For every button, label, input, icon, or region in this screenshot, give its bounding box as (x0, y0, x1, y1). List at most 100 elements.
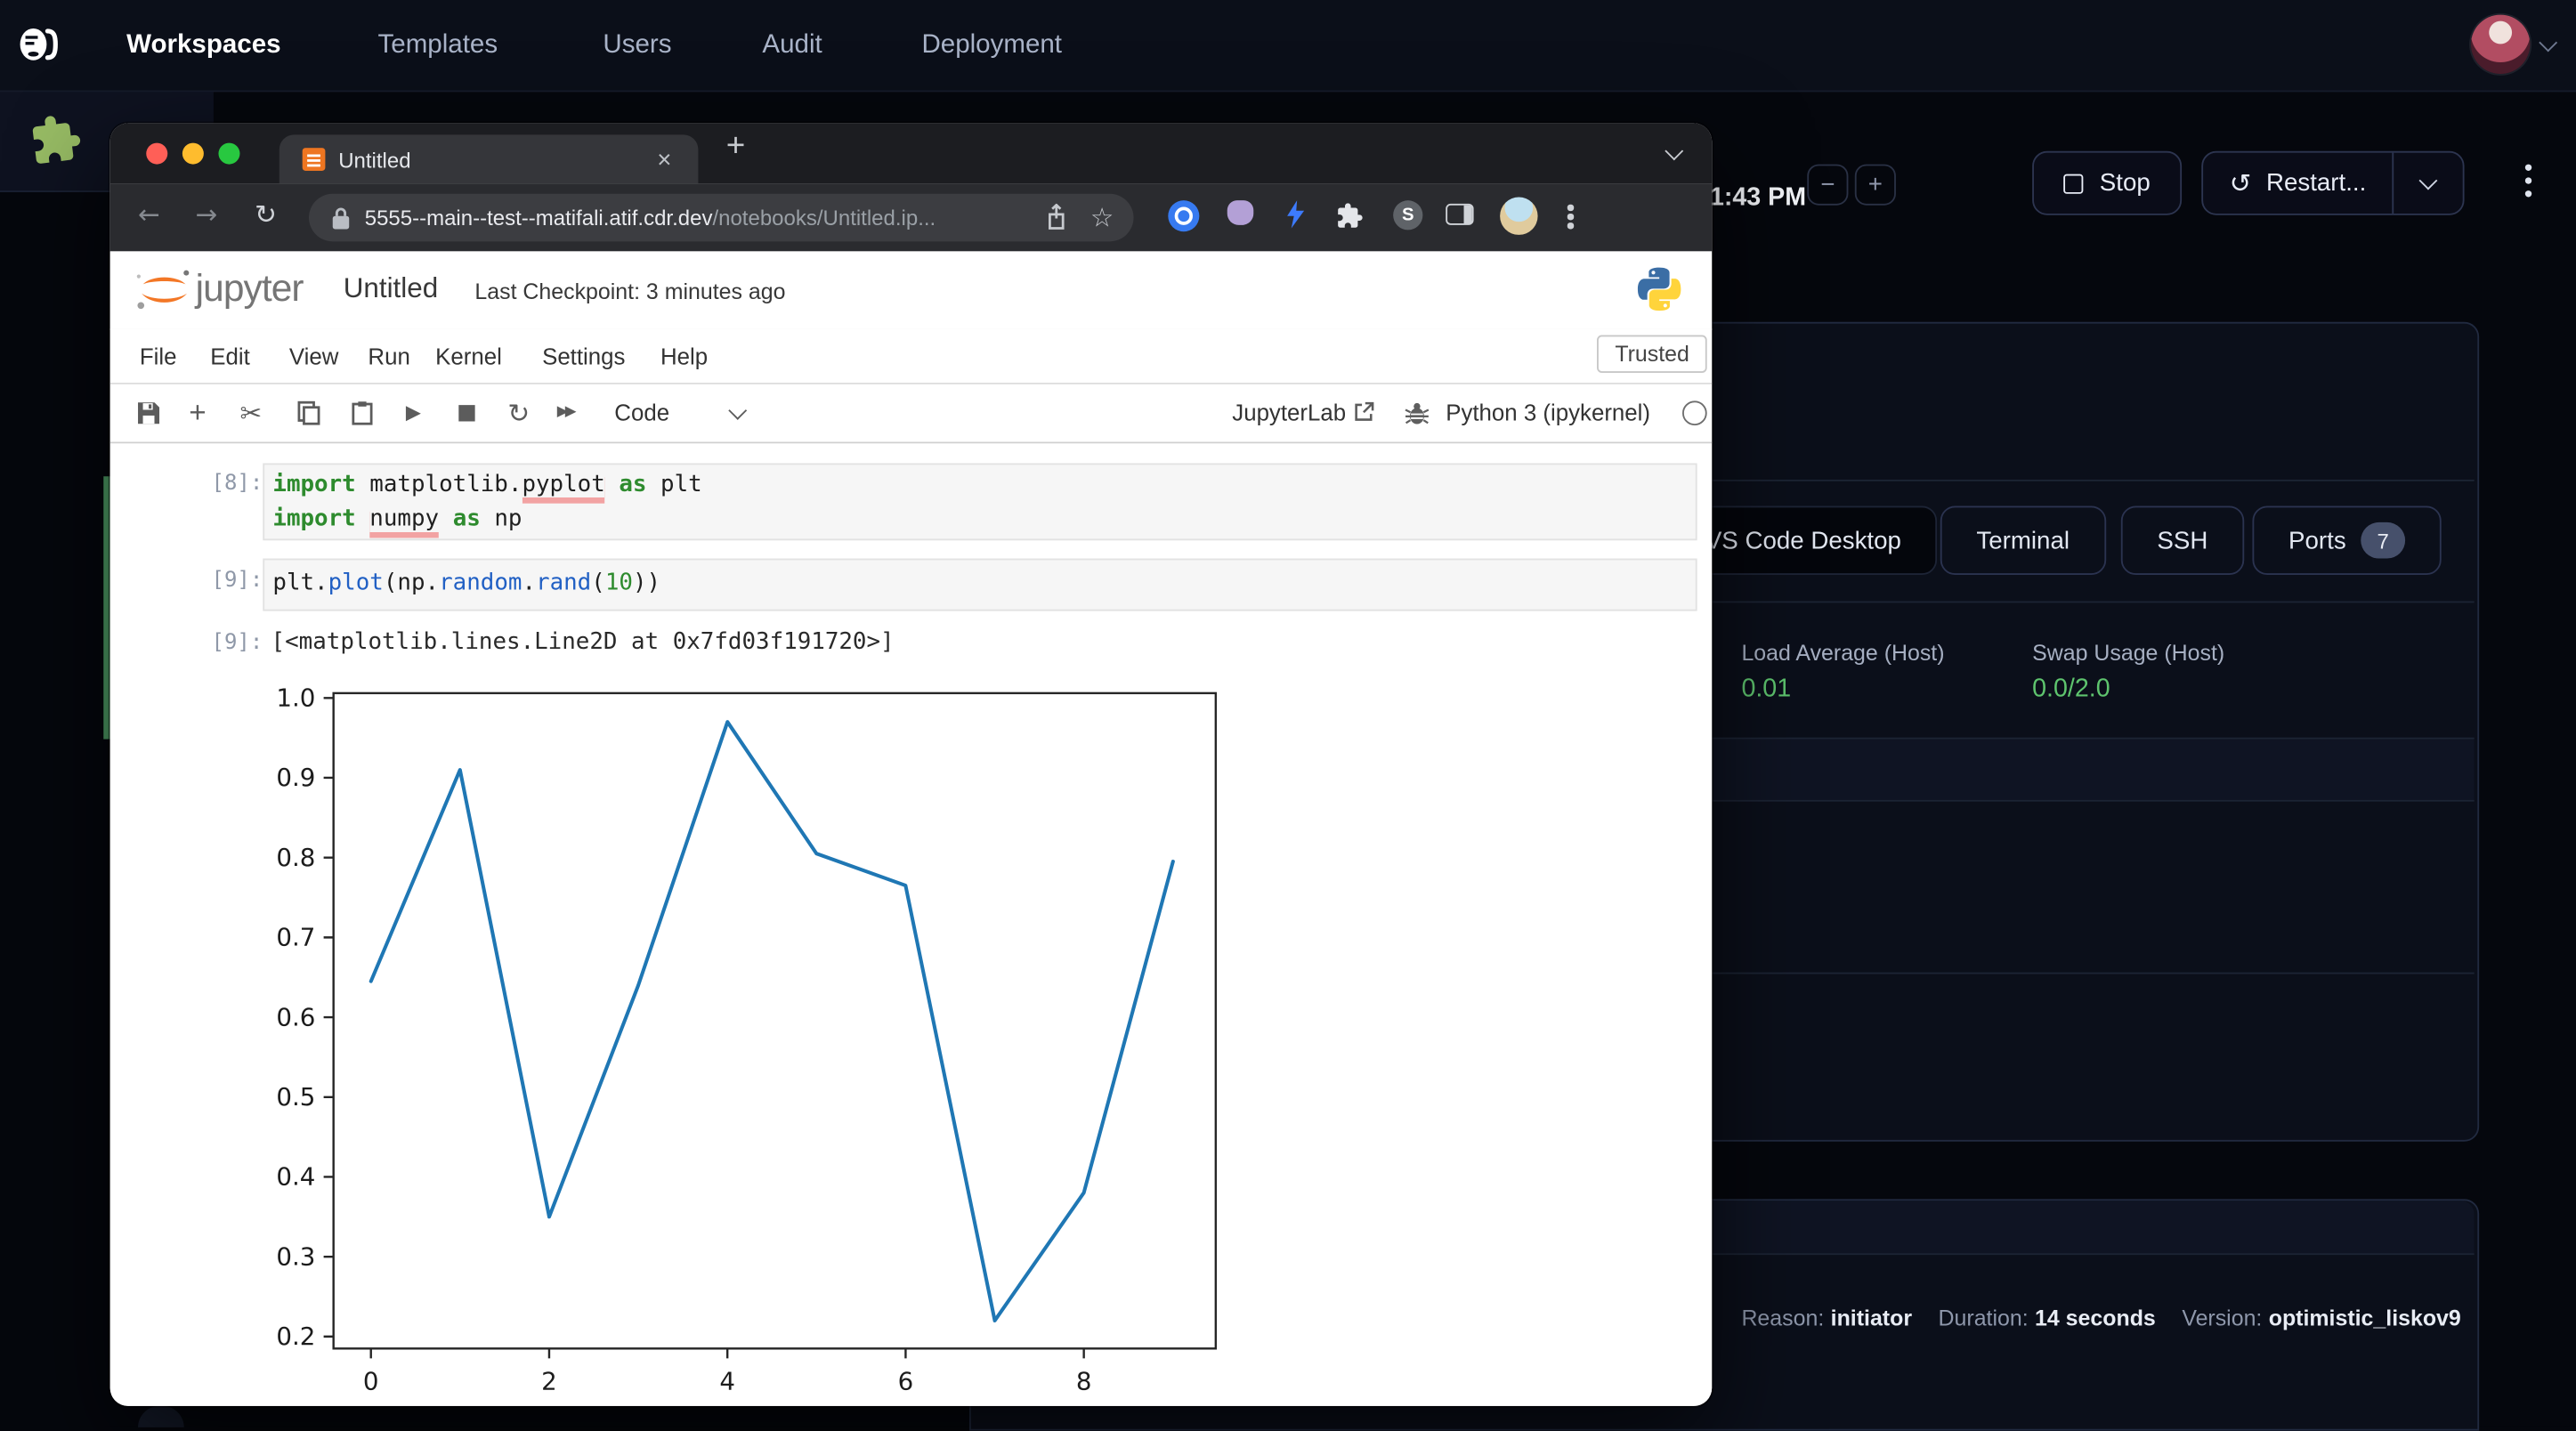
restart-options-button[interactable] (2394, 153, 2464, 214)
menu-settings[interactable]: Settings (542, 328, 625, 383)
window-zoom-button[interactable] (218, 143, 239, 165)
svg-text:8: 8 (1076, 1366, 1092, 1395)
save-button[interactable] (136, 384, 161, 441)
side-panel-icon[interactable] (1446, 204, 1473, 225)
restart-workspace-button[interactable]: ↺ Restart... (2201, 151, 2465, 215)
jupyter-logo-icon (134, 263, 196, 317)
stop-workspace-button[interactable]: Stop (2032, 151, 2182, 215)
window-minimize-button[interactable] (182, 143, 204, 165)
window-close-button[interactable] (146, 143, 167, 165)
interrupt-kernel-button[interactable]: ■ (457, 384, 477, 441)
background-element (138, 1406, 184, 1427)
svg-text:0.3: 0.3 (276, 1241, 315, 1271)
paste-cells-button[interactable] (352, 384, 373, 441)
menu-edit[interactable]: Edit (210, 328, 250, 383)
new-tab-button[interactable]: + (726, 128, 746, 166)
jupyter-toolbar: + ✂ ▶ ■ ↻ ▶▶ Code JupyterLab (110, 384, 1713, 443)
tab-close-icon[interactable]: × (657, 146, 671, 174)
cell-type-chevron-icon[interactable] (731, 384, 744, 441)
screen: Workspaces Templates Users Audit Deploym… (0, 0, 2576, 1427)
debugger-bug-icon[interactable] (1405, 400, 1430, 425)
zoom-out-button[interactable]: − (1807, 165, 1848, 206)
user-avatar[interactable] (2471, 15, 2530, 74)
avatar-chevron-down-icon[interactable] (2539, 34, 2557, 53)
onepassword-extension-icon[interactable] (1168, 200, 1199, 231)
run-cell-button[interactable]: ▶ (406, 384, 421, 441)
browser-tab-strip: Untitled × + (110, 123, 1713, 183)
code-cell-8[interactable]: import matplotlib.pyplot as pltimport nu… (263, 463, 1697, 540)
tab-search-chevron-icon[interactable] (1665, 141, 1683, 160)
menu-run[interactable]: Run (368, 328, 409, 383)
browser-tab[interactable]: Untitled × (279, 134, 699, 183)
svg-text:6: 6 (898, 1366, 914, 1395)
s-badge-extension-icon[interactable]: S (1393, 200, 1422, 230)
menu-help[interactable]: Help (660, 328, 708, 383)
copy-cells-button[interactable] (297, 384, 320, 441)
ssh-button[interactable]: SSH (2121, 505, 2244, 575)
ports-count-badge: 7 (2361, 522, 2405, 559)
stat-label: Swap Usage (Host) (2032, 641, 2224, 666)
open-jupyterlab-link[interactable]: JupyterLab (1232, 384, 1346, 441)
python-logo-icon (1634, 264, 1683, 313)
kebab-menu-icon (2525, 177, 2531, 183)
terminal-button[interactable]: Terminal (1940, 505, 2106, 575)
nav-item-templates[interactable]: Templates (378, 0, 498, 91)
checkpoint-status: Last Checkpoint: 3 minutes ago (474, 279, 785, 304)
address-bar[interactable]: 5555--main--test--matifali.atif.cdr.dev/… (309, 194, 1134, 242)
build-reason: Reason:initiator (1741, 1306, 1912, 1330)
workspace-status-green-bar (103, 476, 109, 739)
external-link-icon[interactable] (1354, 400, 1375, 422)
menu-view[interactable]: View (289, 328, 339, 383)
bookmark-star-icon[interactable]: ☆ (1090, 202, 1114, 233)
share-icon[interactable] (1044, 204, 1067, 231)
nav-item-workspaces[interactable]: Workspaces (126, 0, 280, 91)
cell-type-dropdown[interactable]: Code (614, 384, 669, 441)
svg-text:0.2: 0.2 (276, 1322, 315, 1351)
matplotlib-figure: 0.20.30.40.50.60.70.80.91.002468 (266, 674, 1235, 1406)
menu-kernel[interactable]: Kernel (435, 328, 502, 383)
nav-item-users[interactable]: Users (603, 0, 671, 91)
menu-file[interactable]: File (140, 328, 177, 383)
lightning-extension-icon[interactable] (1284, 200, 1306, 228)
stop-icon (2063, 174, 2083, 193)
zoom-in-button[interactable]: + (1855, 165, 1896, 206)
browser-toolbar: ← → ↻ 5555--main--test--matifali.atif.cd… (110, 184, 1713, 252)
jupyter-menubar: File Edit View Run Kernel Settings Help … (110, 328, 1713, 384)
code-editor[interactable]: import matplotlib.pyplot as pltimport nu… (264, 465, 1696, 535)
reload-button[interactable]: ↻ (255, 198, 277, 230)
coder-logo-icon[interactable] (15, 21, 61, 68)
restart-kernel-button[interactable]: ↻ (507, 384, 530, 441)
cell-output-text: [<matplotlib.lines.Line2D at 0x7fd03f191… (271, 629, 895, 656)
cut-cells-button[interactable]: ✂ (239, 384, 262, 441)
svg-text:0.6: 0.6 (276, 1002, 315, 1031)
add-cell-button[interactable]: + (189, 384, 206, 441)
back-button[interactable]: ← (138, 198, 160, 230)
ports-button[interactable]: Ports 7 (2252, 505, 2441, 575)
forward-button[interactable]: → (196, 198, 218, 230)
browser-menu-button[interactable] (1562, 206, 1578, 229)
nav-item-deployment[interactable]: Deployment (921, 0, 1062, 91)
stat-value: 0.01 (1741, 675, 1791, 705)
partially-scrolled-cell: import matplotlib.pyplot as plt (268, 445, 1550, 455)
octocat-extension-icon[interactable] (1227, 200, 1254, 225)
notebook-title[interactable]: Untitled (344, 272, 438, 305)
build-version: Version:optimistic_liskov9 (2182, 1306, 2460, 1330)
workspace-menu-button[interactable] (2518, 158, 2538, 204)
code-editor[interactable]: plt.plot(np.random.rand(10)) (264, 560, 1696, 600)
code-cell-9[interactable]: plt.plot(np.random.rand(10)) (263, 559, 1697, 611)
trusted-button[interactable]: Trusted (1597, 336, 1707, 373)
kernel-status-icon (1682, 400, 1707, 425)
svg-text:0.5: 0.5 (276, 1082, 315, 1112)
nav-item-audit[interactable]: Audit (762, 0, 822, 91)
restart-run-all-button[interactable]: ▶▶ (557, 384, 573, 441)
top-navbar: Workspaces Templates Users Audit Deploym… (0, 0, 2576, 92)
restart-icon: ↺ (2230, 167, 2252, 198)
kernel-name[interactable]: Python 3 (ipykernel) (1446, 384, 1650, 441)
puzzle-extension-icon (21, 109, 90, 169)
lock-icon (332, 206, 350, 230)
svg-text:1.0: 1.0 (276, 683, 315, 712)
extensions-puzzle-icon[interactable] (1336, 202, 1364, 230)
kebab-menu-icon (1567, 214, 1573, 219)
notebook-favicon-icon (303, 148, 326, 171)
browser-profile-avatar[interactable] (1500, 197, 1537, 234)
